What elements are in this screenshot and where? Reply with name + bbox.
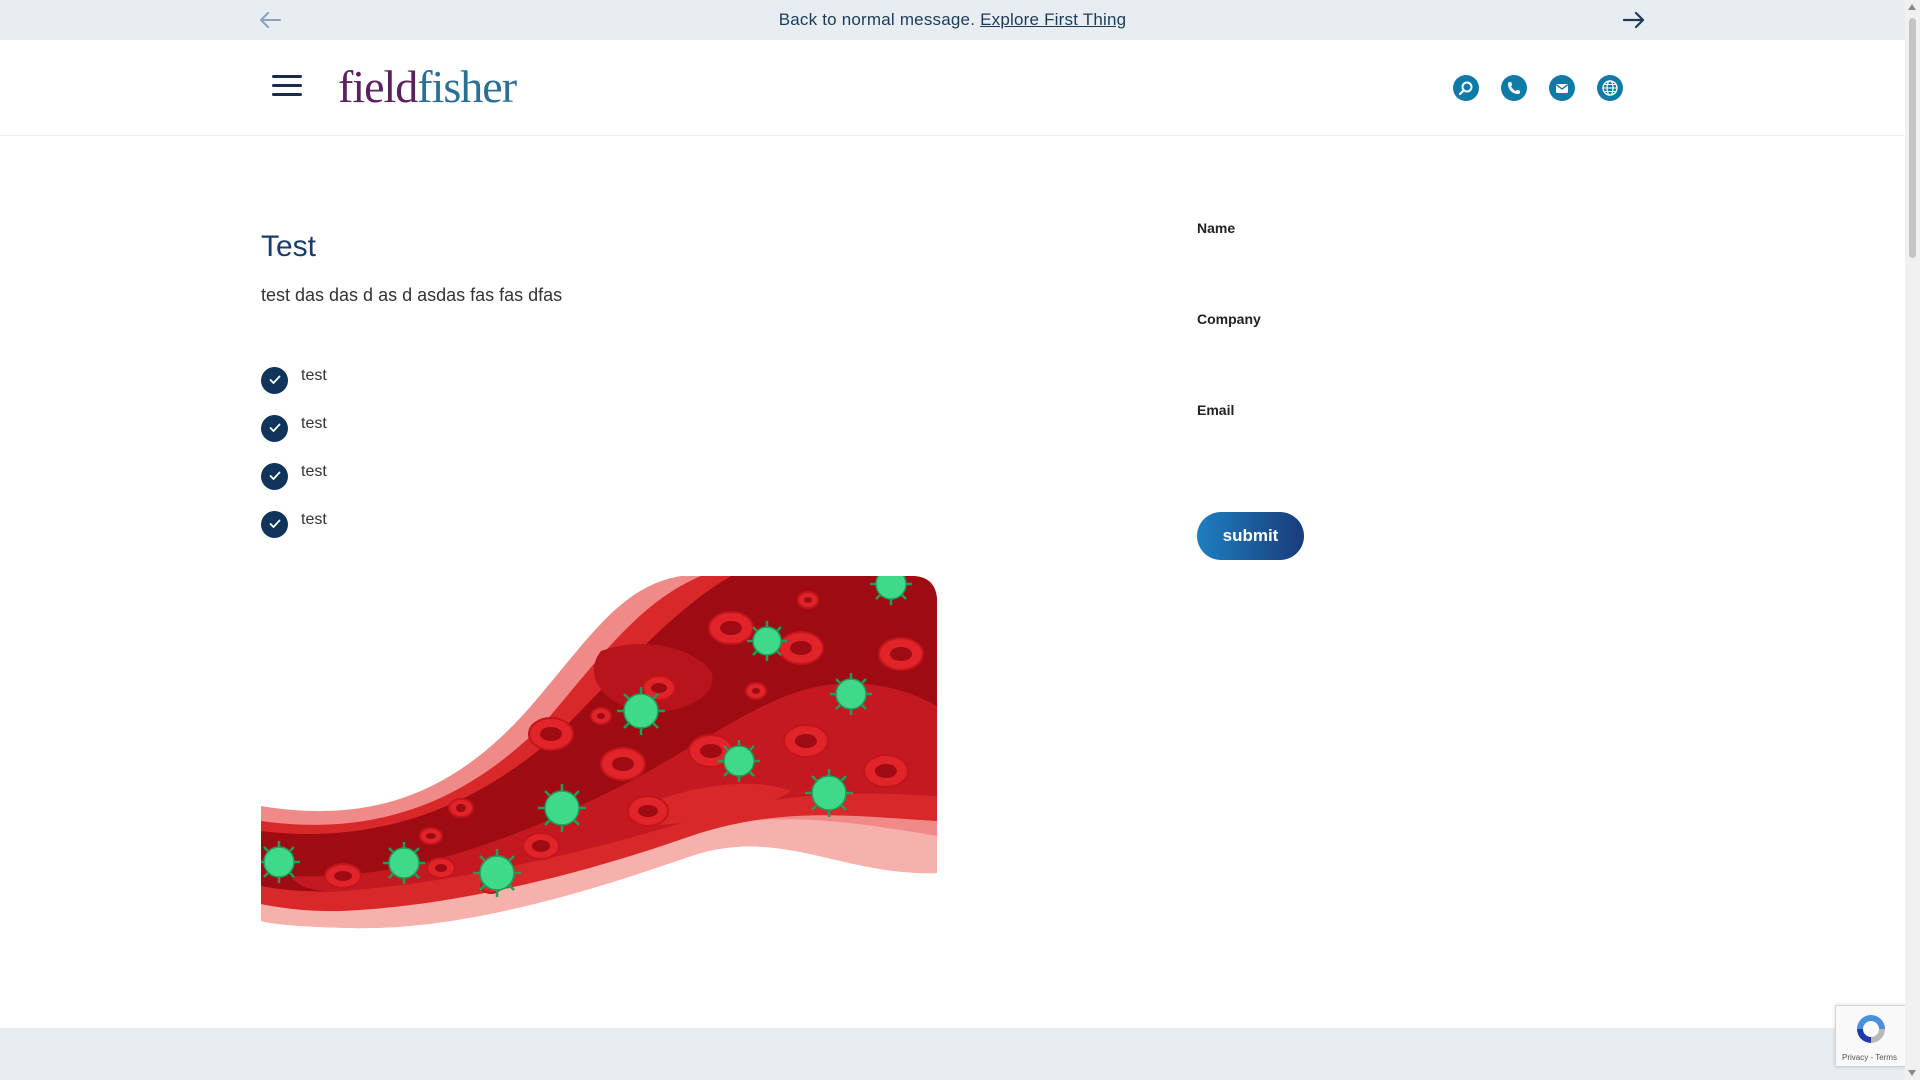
list-item-label: test <box>301 367 327 384</box>
logo-text-field: field <box>338 61 418 112</box>
check-circle-icon <box>261 414 288 442</box>
company-label: Company <box>1197 311 1261 327</box>
name-label: Name <box>1197 220 1236 236</box>
arrow-right-icon[interactable] <box>1622 8 1646 32</box>
checklist: test test test test <box>261 356 327 548</box>
company-input[interactable] <box>1197 335 1577 371</box>
email-field-group: Email <box>1197 402 1597 493</box>
hamburger-menu-icon[interactable] <box>272 75 302 99</box>
page-title: Test <box>261 230 317 263</box>
scroll-up-icon[interactable] <box>1908 4 1916 10</box>
name-input[interactable] <box>1197 244 1577 280</box>
phone-icon[interactable] <box>1501 75 1527 101</box>
list-item: test <box>261 500 327 548</box>
list-item-label: test <box>301 415 327 432</box>
recaptcha-icon <box>1857 1015 1885 1043</box>
check-circle-icon <box>261 462 288 490</box>
list-item: test <box>261 356 327 404</box>
arrow-left-icon[interactable] <box>258 8 282 32</box>
page-scrollbar[interactable] <box>1905 0 1920 1080</box>
announcement-message: Back to normal message. <box>778 10 976 29</box>
announcement-bar: Back to normal message. Explore First Th… <box>0 0 1905 40</box>
email-label: Email <box>1197 402 1235 418</box>
recaptcha-badge[interactable]: Privacy - Terms <box>1835 1005 1905 1067</box>
recaptcha-text[interactable]: Privacy - Terms <box>1842 1053 1897 1062</box>
mail-icon[interactable] <box>1549 75 1575 101</box>
email-input[interactable] <box>1197 426 1577 462</box>
name-field-group: Name <box>1197 220 1597 311</box>
contact-form: Name Company Email <box>1197 220 1597 493</box>
fieldfisher-logo[interactable]: fieldfisher <box>338 60 517 113</box>
header-icons <box>1453 75 1623 101</box>
list-item-label: test <box>301 463 327 480</box>
submit-button[interactable]: submit <box>1197 512 1304 560</box>
logo-text-fisher: fisher <box>417 61 517 112</box>
announcement-link[interactable]: Explore First Thing <box>980 10 1126 30</box>
scrollbar-thumb[interactable] <box>1909 18 1916 258</box>
list-item: test <box>261 404 327 452</box>
company-field-group: Company <box>1197 311 1597 402</box>
footer-band <box>0 1028 1905 1080</box>
site-header: fieldfisher <box>0 40 1905 136</box>
list-item-label: test <box>301 511 327 528</box>
check-circle-icon <box>261 510 288 538</box>
check-circle-icon <box>261 366 288 394</box>
blood-vessel-virus-illustration <box>261 576 937 929</box>
list-item: test <box>261 452 327 500</box>
search-icon[interactable] <box>1453 75 1479 101</box>
scroll-down-icon[interactable] <box>1908 1070 1916 1076</box>
page-description: test das das d as d asdas fas fas dfas <box>261 285 563 305</box>
globe-icon[interactable] <box>1597 75 1623 101</box>
